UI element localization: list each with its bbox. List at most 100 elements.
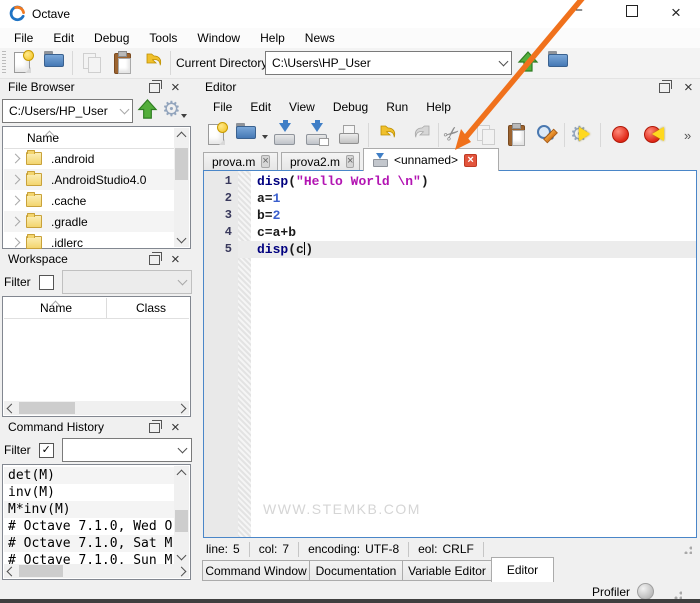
- command-history-close-icon[interactable]: ×: [171, 422, 180, 434]
- editor-close-icon[interactable]: ×: [684, 82, 693, 94]
- close-button[interactable]: ×: [659, 3, 693, 23]
- editor-run-script-button[interactable]: ⚙: [570, 122, 596, 148]
- expand-chevron-icon[interactable]: [11, 154, 21, 164]
- expand-chevron-icon[interactable]: [11, 238, 21, 248]
- command-history-hscrollbar[interactable]: [4, 564, 189, 578]
- workspace-filter-checkbox[interactable]: [39, 275, 54, 290]
- file-browser-float-icon[interactable]: [149, 83, 160, 93]
- editor-save-button[interactable]: [272, 122, 298, 148]
- scroll-right-icon[interactable]: [174, 401, 189, 415]
- up-one-directory-button[interactable]: [516, 50, 542, 76]
- tab-close-icon[interactable]: ×: [464, 154, 477, 167]
- editor-open-file-button[interactable]: [234, 122, 260, 148]
- workspace-hscrollbar[interactable]: [4, 401, 189, 415]
- scrollbar-thumb[interactable]: [19, 565, 63, 577]
- current-directory-combobox[interactable]: C:\Users\HP_User: [265, 51, 512, 75]
- scrollbar-thumb[interactable]: [175, 148, 188, 180]
- command-history-filter-combobox[interactable]: [62, 438, 192, 462]
- open-folder-button[interactable]: [42, 50, 68, 76]
- editor-menu-debug[interactable]: Debug: [324, 97, 377, 117]
- editor-redo-button[interactable]: [408, 122, 434, 148]
- editor-code-area[interactable]: 1disp("Hello World \n")2a=13b=24c=a+b5di…: [203, 170, 697, 538]
- file-browser-up-directory-button[interactable]: [136, 98, 159, 124]
- scroll-right-icon[interactable]: [174, 564, 189, 578]
- browse-directory-button[interactable]: [546, 50, 572, 76]
- history-item[interactable]: # Octave 7.1.0, Wed O: [4, 518, 174, 535]
- expand-chevron-icon[interactable]: [11, 175, 21, 185]
- maximize-button[interactable]: [615, 5, 649, 25]
- editor-undo-button[interactable]: [376, 122, 402, 148]
- tab-close-icon[interactable]: ×: [346, 155, 354, 168]
- workspace-filter-combobox[interactable]: [62, 270, 192, 294]
- file-browser-row[interactable]: .AndroidStudio4.0: [4, 169, 174, 190]
- chevron-down-icon[interactable]: [495, 61, 511, 65]
- file-browser-row[interactable]: .cache: [4, 190, 174, 211]
- command-history-filter-checkbox[interactable]: ✓: [39, 443, 54, 458]
- editor-previous-breakpoint-button[interactable]: [642, 122, 668, 148]
- code-line[interactable]: 2a=1: [204, 190, 696, 207]
- editor-find-replace-button[interactable]: [534, 122, 560, 148]
- open-file-dropdown-icon[interactable]: [262, 135, 268, 139]
- scrollbar-thumb[interactable]: [19, 402, 75, 414]
- editor-toggle-breakpoint-button[interactable]: [608, 122, 634, 148]
- file-browser-close-icon[interactable]: ×: [171, 82, 180, 94]
- code-line[interactable]: 5disp(c): [204, 241, 696, 258]
- file-browser-row[interactable]: .gradle: [4, 211, 174, 232]
- history-item[interactable]: det(M): [4, 467, 174, 484]
- editor-menu-help[interactable]: Help: [417, 97, 460, 117]
- chevron-down-icon[interactable]: [116, 109, 132, 113]
- expand-chevron-icon[interactable]: [11, 217, 21, 227]
- command-history-float-icon[interactable]: [149, 423, 160, 433]
- file-browser-settings-button[interactable]: ⚙: [162, 97, 188, 121]
- workspace-column-headers[interactable]: Name Class: [4, 298, 189, 319]
- editor-copy-button[interactable]: [474, 122, 500, 148]
- editor-menu-edit[interactable]: Edit: [241, 97, 280, 117]
- dock-tab-variable-editor[interactable]: Variable Editor: [402, 560, 492, 581]
- undo-button[interactable]: [142, 50, 168, 76]
- main-menu-debug[interactable]: Debug: [84, 29, 139, 47]
- main-menu-window[interactable]: Window: [187, 29, 250, 47]
- scrollbar-thumb[interactable]: [175, 510, 188, 532]
- dock-tab-editor[interactable]: Editor: [491, 557, 554, 582]
- main-menu-news[interactable]: News: [295, 29, 345, 47]
- editor-tab-2[interactable]: prova2.m×: [281, 152, 360, 171]
- editor-float-icon[interactable]: [659, 83, 670, 93]
- expand-chevron-icon[interactable]: [11, 196, 21, 206]
- command-history-vscrollbar[interactable]: [174, 466, 189, 564]
- editor-menu-view[interactable]: View: [280, 97, 324, 117]
- new-script-button[interactable]: [10, 50, 36, 76]
- profiler-toggle-icon[interactable]: [637, 583, 654, 600]
- file-browser-row[interactable]: .android: [4, 148, 174, 169]
- toolbar-drag-handle[interactable]: [2, 51, 6, 75]
- paste-button[interactable]: [110, 50, 136, 76]
- copy-button[interactable]: [80, 50, 106, 76]
- editor-menu-file[interactable]: File: [204, 97, 241, 117]
- code-line[interactable]: 4c=a+b: [204, 224, 696, 241]
- workspace-float-icon[interactable]: [149, 255, 160, 265]
- editor-print-button[interactable]: [336, 122, 362, 148]
- code-line[interactable]: 1disp("Hello World \n"): [204, 173, 696, 190]
- editor-cut-button[interactable]: ✂: [444, 122, 470, 148]
- editor-paste-button[interactable]: [504, 122, 530, 148]
- main-menu-help[interactable]: Help: [250, 29, 295, 47]
- scroll-left-icon[interactable]: [4, 564, 19, 578]
- editor-save-as-button[interactable]: [304, 122, 330, 148]
- scroll-left-icon[interactable]: [4, 401, 19, 415]
- file-browser-path-combobox[interactable]: C:/Users/HP_User: [2, 99, 133, 123]
- file-browser-vscrollbar[interactable]: [174, 128, 189, 247]
- tab-close-icon[interactable]: ×: [261, 155, 269, 168]
- workspace-close-icon[interactable]: ×: [171, 254, 180, 266]
- editor-tab-1[interactable]: prova.m×: [203, 152, 278, 171]
- minimize-button[interactable]: –: [561, 1, 595, 21]
- scroll-up-icon[interactable]: [174, 466, 189, 480]
- scroll-down-icon[interactable]: [174, 550, 189, 564]
- main-menu-tools[interactable]: Tools: [139, 29, 187, 47]
- history-item[interactable]: M*inv(M): [4, 501, 174, 518]
- file-browser-column-header[interactable]: Name: [4, 128, 174, 149]
- window-resize-grip[interactable]: [673, 590, 682, 599]
- main-menu-edit[interactable]: Edit: [43, 29, 84, 47]
- code-line[interactable]: 3b=2: [204, 207, 696, 224]
- scroll-down-icon[interactable]: [174, 233, 189, 247]
- scroll-up-icon[interactable]: [174, 128, 189, 142]
- editor-tab-3[interactable]: <unnamed>×: [363, 148, 499, 171]
